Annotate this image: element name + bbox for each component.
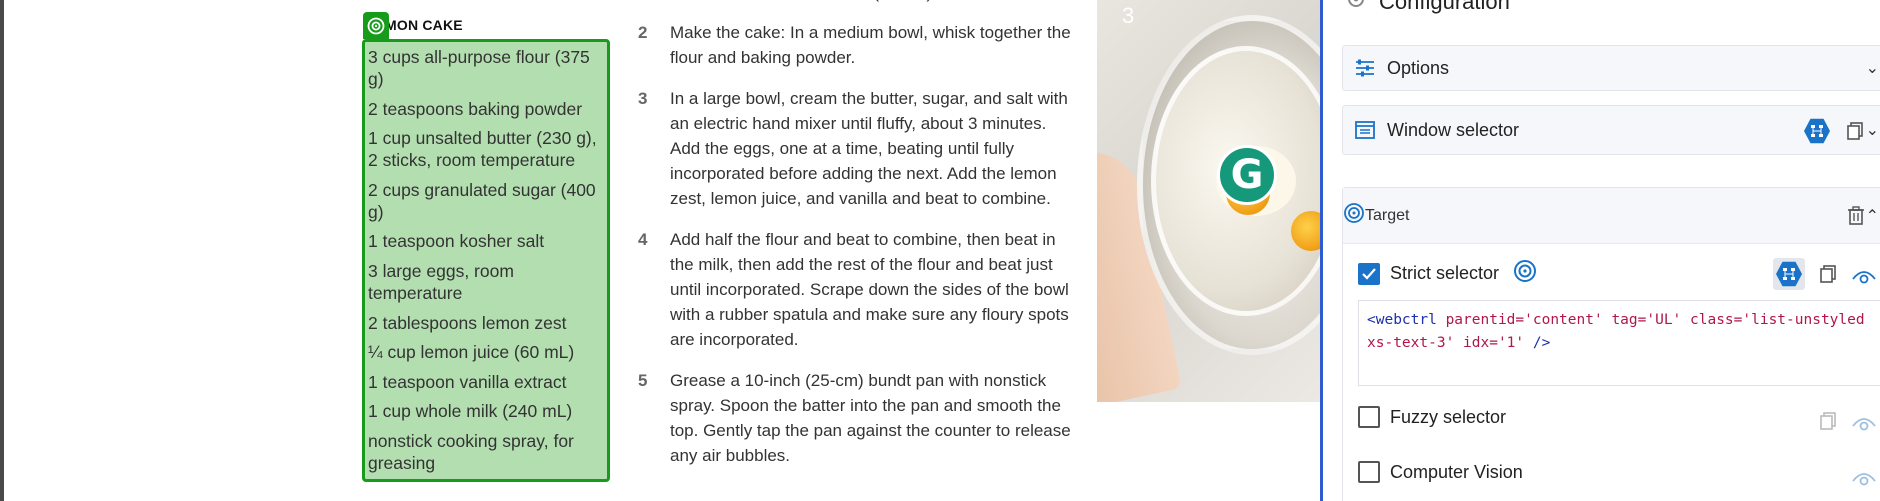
instruction-step: 2 Make the cake: In a medium bowl, whisk … (635, 20, 1075, 70)
ingredient-item: 3 large eggs, room temperature (368, 260, 514, 303)
strict-selector-checkbox[interactable] (1358, 262, 1380, 285)
strict-selector-label: Strict selector (1390, 263, 1500, 283)
target-icon[interactable] (1513, 259, 1537, 288)
code-tag-open: <webctrl (1367, 312, 1437, 328)
step-number: 2 (638, 23, 648, 43)
grammarly-letter: G (1230, 152, 1264, 198)
fuzzy-selector-label: Fuzzy selector (1390, 406, 1507, 427)
ingredient-item: ¼ cup lemon juice (60 mL) (368, 342, 575, 363)
target-icon (1343, 202, 1365, 229)
copy-icon[interactable] (1815, 261, 1841, 287)
target-marker-icon (363, 12, 389, 39)
step-number: 4 (638, 229, 648, 249)
window-left-border (0, 0, 4, 501)
grammarly-g-icon[interactable]: G (1217, 145, 1277, 205)
egg-yolk-image (1291, 211, 1322, 251)
hierarchy-icon (1804, 118, 1830, 144)
copy-icon[interactable] (1842, 118, 1868, 144)
fuzzy-selector-row[interactable]: Fuzzy selector (1358, 406, 1506, 428)
code-attributes: parentid='content' tag='UL' class='list-… (1367, 312, 1865, 351)
panel-title-text: Configuration (1379, 0, 1510, 14)
instructions-list: 1Preheat the oven to 350°F (180°C). 2 Make… (635, 0, 1075, 483)
fuzzy-selector-checkbox[interactable] (1358, 406, 1380, 428)
ingredient-item: 2 tablespoons lemon zest (368, 312, 567, 333)
photo-step-number: 3 (1122, 3, 1135, 28)
target-header[interactable]: Target ⌃ (1343, 188, 1880, 244)
step-number: 5 (638, 370, 648, 390)
eye-icon[interactable] (1851, 409, 1877, 435)
ingredient-item: 2 cups granulated sugar (400 g) (368, 179, 596, 222)
chevron-down-icon[interactable]: ⌄ (1866, 120, 1879, 140)
code-tag-close: /> (1524, 335, 1551, 351)
ingredient-item: 1 teaspoon kosher salt (368, 231, 545, 252)
window-selector-label: Window selector (1387, 119, 1520, 140)
computer-vision-checkbox[interactable] (1358, 461, 1380, 483)
step-text: Add half the flour and beat to combine, … (670, 229, 1069, 350)
eye-icon[interactable] (1851, 464, 1877, 490)
ingredients-list: 3 cups all-purpose flour (375 g) 2 teaspo… (368, 46, 604, 474)
ingredients-heading: MON CAKE (385, 17, 463, 33)
hierarchy-icon (1776, 261, 1802, 287)
ingredient-item: nonstick cooking spray, for greasing (368, 430, 574, 473)
options-label: Options (1387, 57, 1450, 78)
ingredient-item: 2 teaspoons baking powder (368, 98, 583, 119)
step-text: In a large bowl, cream the butter, sugar… (670, 88, 1068, 209)
strict-selector-code[interactable]: <webctrl parentid='content' tag='UL' cla… (1358, 300, 1880, 386)
selector-tree-button[interactable] (1773, 258, 1805, 290)
recipe-photo: 3 G (1097, 0, 1322, 402)
highlighted-ingredients-list[interactable]: 3 cups all-purpose flour (375 g) 2 teaspo… (362, 39, 610, 482)
computer-vision-label: Computer Vision (1390, 461, 1523, 482)
ingredient-item: 1 cup unsalted butter (230 g), 2 sticks,… (368, 128, 597, 171)
step-number: 3 (638, 88, 648, 108)
chevron-up-icon[interactable]: ⌃ (1866, 206, 1879, 226)
sliders-icon (1353, 56, 1377, 80)
gear-icon (1345, 0, 1367, 16)
target-label: Target (1365, 206, 1410, 224)
copy-icon[interactable] (1815, 408, 1841, 434)
computer-vision-row[interactable]: Computer Vision (1358, 461, 1523, 483)
step-text: Grease a 10-inch (25-cm) bundt pan with … (670, 370, 1071, 466)
instruction-step: 4 Add half the flour and beat to combine,… (635, 227, 1075, 353)
chevron-down-icon[interactable]: ⌄ (1866, 58, 1879, 78)
panel-title: Configuration (1345, 0, 1510, 16)
ingredient-item: 1 cup whole milk (240 mL) (368, 401, 573, 422)
instruction-step: 1Preheat the oven to 350°F (180°C). (635, 0, 1075, 5)
step-text: Preheat the oven to 350°F (180°C). (670, 0, 1075, 5)
step-text: Make the cake: In a medium bowl, whisk t… (670, 23, 1071, 68)
options-section[interactable]: Options ⌄ (1342, 45, 1880, 91)
configuration-panel: Configuration Options ⌄ Window selector … (1320, 0, 1880, 501)
window-selector-section[interactable]: Window selector ⌄ (1342, 105, 1880, 155)
step-number: 1 (635, 0, 670, 5)
selector-tree-button[interactable] (1804, 118, 1830, 144)
ingredient-item: 3 cups all-purpose flour (375 g) (368, 47, 590, 89)
instruction-step: 3 In a large bowl, cream the butter, suga… (635, 86, 1075, 212)
ingredient-item: 1 teaspoon vanilla extract (368, 371, 567, 392)
eye-icon[interactable] (1851, 262, 1877, 288)
window-icon (1353, 118, 1377, 142)
instruction-step: 5 Grease a 10-inch (25-cm) bundt pan with… (635, 368, 1075, 469)
strict-selector-row[interactable]: Strict selector (1358, 259, 1537, 288)
